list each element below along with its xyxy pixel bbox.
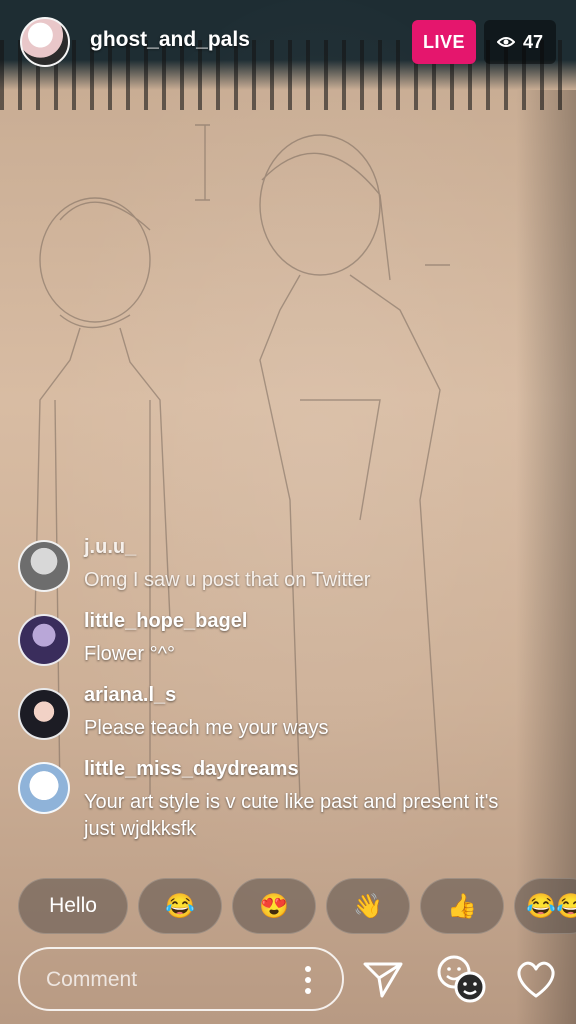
commenter-avatar[interactable] (18, 540, 70, 592)
quick-reply-hello[interactable]: Hello (18, 878, 128, 934)
send-icon[interactable] (362, 958, 404, 1000)
faces-icon[interactable] (434, 954, 488, 1004)
commenter-avatar[interactable] (18, 762, 70, 814)
commenter-avatar[interactable] (18, 614, 70, 666)
commenter-username[interactable]: little_miss_daydreams (84, 758, 299, 781)
host-avatar[interactable] (20, 17, 70, 67)
host-username[interactable]: ghost_and_pals (90, 28, 250, 52)
comment-composer[interactable] (18, 947, 344, 1011)
quick-reaction-double-laugh[interactable]: 😂😂 (514, 878, 576, 934)
commenter-username[interactable]: little_hope_bagel (84, 610, 247, 633)
comment-item: ariana.l_s Please teach me your ways (18, 684, 538, 758)
eye-icon (496, 37, 515, 47)
comment-feed: j.u.u_ Omg I saw u post that on Twitter … (18, 536, 538, 858)
viewer-count-badge[interactable]: 47 (484, 20, 556, 64)
quick-reaction-bar: Hello 😂 😍 👋 👍 😂😂 (18, 878, 576, 936)
quick-reaction-thumbs-up[interactable]: 👍 (420, 878, 504, 934)
comment-text: Omg I saw u post that on Twitter (84, 569, 371, 591)
comment-text: Your art style is v cute like past and p… (84, 791, 499, 840)
commenter-avatar[interactable] (18, 688, 70, 740)
heart-icon[interactable] (514, 958, 558, 1000)
more-vertical-icon[interactable] (302, 965, 314, 995)
comment-input[interactable] (44, 962, 288, 998)
quick-reaction-wave[interactable]: 👋 (326, 878, 410, 934)
quick-reaction-laugh[interactable]: 😂 (138, 878, 222, 934)
live-header: ghost_and_pals LIVE 47 (0, 0, 576, 84)
comment-text: Please teach me your ways (84, 717, 329, 739)
comment-item: little_hope_bagel Flower °^° (18, 610, 538, 684)
comment-item: j.u.u_ Omg I saw u post that on Twitter (18, 536, 538, 610)
comment-text: Flower °^° (84, 643, 175, 665)
viewer-count: 47 (522, 31, 544, 52)
commenter-username[interactable]: j.u.u_ (84, 536, 136, 559)
quick-reaction-heart-eyes[interactable]: 😍 (232, 878, 316, 934)
comment-item: little_miss_daydreams Your art style is … (18, 758, 538, 858)
commenter-username[interactable]: ariana.l_s (84, 684, 176, 707)
live-badge: LIVE (412, 20, 476, 64)
